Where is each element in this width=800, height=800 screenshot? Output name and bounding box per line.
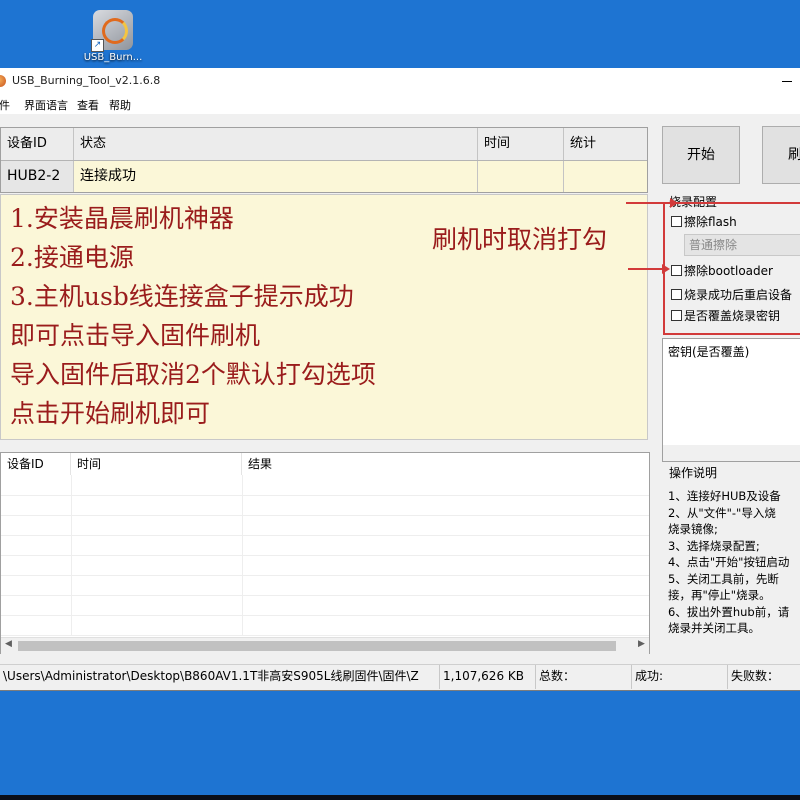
device-status-cell: 连接成功 <box>74 161 478 192</box>
taskbar-edge <box>0 795 800 800</box>
reboot-after-checkbox[interactable] <box>671 289 682 300</box>
column-divider <box>242 475 243 635</box>
usb-burning-tool-window: USB_Burning_Tool_v2.1.6.8 文件 界面语言 查看 帮助 … <box>0 68 800 691</box>
menu-view[interactable]: 查看 <box>77 97 99 113</box>
menu-file[interactable]: 文件 <box>0 97 10 113</box>
log-table-header: 设备ID 时间 结果 <box>1 453 649 475</box>
overwrite-key-option[interactable]: 是否覆盖烧录密钥 <box>671 307 780 324</box>
erase-bootloader-checkbox[interactable] <box>671 265 682 276</box>
desktop-shortcut-usb-burning-tool[interactable]: ↗ USB_Burn... <box>80 10 146 63</box>
col-header-status[interactable]: 状态 <box>74 128 478 160</box>
log-row[interactable] <box>1 515 649 536</box>
log-row[interactable] <box>1 495 649 516</box>
help-line: 接，再"停止"烧录。 <box>668 588 771 602</box>
instruction-line: 3.主机usb线连接盒子提示成功 <box>10 282 354 311</box>
erase-flash-label: 擦除flash <box>684 215 737 229</box>
firmware-size: 1,107,626 KB <box>440 665 536 689</box>
help-line: 烧录并关闭工具。 <box>668 621 760 635</box>
usb-burning-tool-app-icon: ↗ <box>91 10 133 52</box>
help-line: 2、从"文件"-"导入烧 <box>668 505 776 520</box>
overwrite-key-checkbox[interactable] <box>671 310 682 321</box>
overwrite-key-label: 是否覆盖烧录密钥 <box>684 309 781 323</box>
desktop-shortcut-label: USB_Burn... <box>83 52 143 63</box>
log-row[interactable] <box>1 575 649 596</box>
scroll-thumb[interactable] <box>18 641 616 651</box>
erase-mode-dropdown[interactable]: 普通擦除 <box>684 234 800 256</box>
scroll-left-arrow-icon[interactable]: ◀ <box>5 639 12 649</box>
col-header-device-id[interactable]: 设备ID <box>1 128 74 160</box>
annotation-arrowhead-icon <box>662 264 670 274</box>
menu-language[interactable]: 界面语言 <box>24 97 68 113</box>
burn-log-table: 设备ID 时间 结果 ◀ ▶ <box>0 452 650 654</box>
device-grid-header: 设备ID 状态 时间 统计 <box>1 128 647 161</box>
annotation-arrow <box>626 202 672 204</box>
device-id-cell: HUB2-2 <box>1 161 74 192</box>
log-row[interactable] <box>1 535 649 556</box>
shortcut-arrow-icon: ↗ <box>91 39 104 52</box>
col-header-time[interactable]: 时间 <box>478 128 564 160</box>
col-header-stats[interactable]: 统计 <box>564 128 647 160</box>
total-count: 总数： <box>536 665 632 689</box>
minimize-button[interactable] <box>770 68 800 94</box>
log-horizontal-scrollbar[interactable]: ◀ ▶ <box>1 637 649 654</box>
firmware-path: \Users\Administrator\Desktop\B860AV1.1T非… <box>0 665 440 689</box>
log-col-device-id[interactable]: 设备ID <box>1 453 71 475</box>
success-count: 成功: <box>632 665 728 689</box>
instruction-line: 即可点击导入固件刷机 <box>10 321 261 350</box>
device-grid: 设备ID 状态 时间 统计 HUB2-2 连接成功 <box>0 127 648 193</box>
key-list-box[interactable]: 密钥(是否覆盖) <box>662 338 800 462</box>
reboot-after-label: 烧录成功后重启设备 <box>684 288 793 302</box>
erase-bootloader-option[interactable]: 擦除bootloader <box>671 262 773 279</box>
log-col-result[interactable]: 结果 <box>242 453 649 475</box>
app-icon <box>0 75 6 87</box>
instruction-line: 点击开始刷机即可 <box>10 399 211 428</box>
erase-bootloader-label: 擦除bootloader <box>684 264 773 278</box>
menu-help[interactable]: 帮助 <box>109 97 131 113</box>
reboot-after-option[interactable]: 烧录成功后重启设备 <box>671 286 792 303</box>
window-title: USB_Burning_Tool_v2.1.6.8 <box>12 74 161 87</box>
help-line: 4、点击"开始"按钮启动 <box>668 555 790 569</box>
key-list-scrollbar[interactable] <box>663 445 800 461</box>
device-row[interactable]: HUB2-2 连接成功 <box>1 161 647 192</box>
start-button[interactable]: 开始 <box>662 126 740 184</box>
help-line: 3、选择烧录配置; <box>668 538 760 553</box>
erase-flash-checkbox[interactable] <box>671 216 682 227</box>
status-bar: \Users\Administrator\Desktop\B860AV1.1T非… <box>0 664 800 689</box>
help-line: 烧录镜像; <box>668 522 718 536</box>
help-line: 5、关闭工具前，先断 <box>668 571 779 586</box>
log-row[interactable] <box>1 595 649 616</box>
help-line: 6、拔出外置hub前，请 <box>668 604 790 619</box>
instruction-line: 1.安装晶晨刷机神器 <box>10 204 234 233</box>
help-line: 1、连接好HUB及设备 <box>668 489 781 503</box>
fail-count: 失败数： <box>731 669 780 683</box>
key-list-label: 密钥(是否覆盖) <box>668 345 750 359</box>
log-row[interactable] <box>1 615 649 636</box>
log-row[interactable] <box>1 555 649 576</box>
annotation-arrowhead-icon <box>670 198 678 208</box>
erase-flash-option[interactable]: 擦除flash <box>671 213 737 230</box>
annotation-arrow <box>628 268 664 270</box>
uncheck-hint-annotation: 刷机时取消打勾 <box>432 225 608 254</box>
log-row[interactable] <box>1 475 649 496</box>
stop-button[interactable]: 刷 <box>762 126 800 184</box>
title-bar[interactable]: USB_Burning_Tool_v2.1.6.8 <box>0 68 800 94</box>
instructions-panel-text: 1、连接好HUB及设备 2、从"文件"-"导入烧 烧录镜像; 3、选择烧录配置;… <box>668 488 800 637</box>
instruction-line: 2.接通电源 <box>10 243 134 272</box>
device-stats-cell <box>564 161 647 192</box>
scroll-right-arrow-icon[interactable]: ▶ <box>638 639 645 649</box>
instruction-line: 导入固件后取消2个默认打勾选项 <box>10 360 376 389</box>
device-time-cell <box>478 161 564 192</box>
column-divider <box>71 475 72 635</box>
menu-bar: 文件 界面语言 查看 帮助 <box>0 94 800 114</box>
instructions-panel-label: 操作说明 <box>669 466 718 480</box>
log-col-time[interactable]: 时间 <box>71 453 242 475</box>
